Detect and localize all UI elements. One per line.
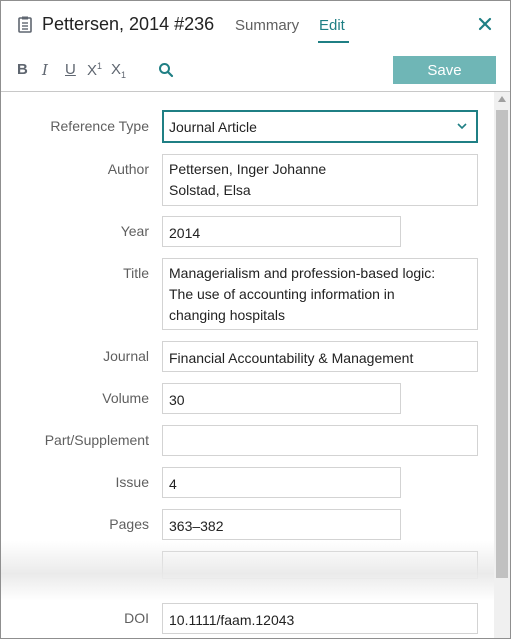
pages-value: 363–382 [169,518,224,534]
scrollbar-thumb[interactable] [496,110,508,578]
issue-field[interactable]: 4 [162,467,401,498]
author-label: Author [107,161,149,177]
subscript-mark: 1 [121,70,127,80]
subscript-button[interactable]: X1 [111,61,126,80]
close-icon[interactable] [478,17,492,31]
clipboard-icon [18,16,32,33]
scroll-fade-overlay [1,541,494,601]
save-button[interactable]: Save [393,56,496,84]
doi-field[interactable]: 10.1111/faam.12043 [162,603,478,634]
doi-label: DOI [124,610,149,626]
author-line: Pettersen, Inger Johanne [169,161,327,177]
part-supplement-label: Part/Supplement [44,432,149,448]
scroll-up-arrow-icon[interactable] [498,96,506,102]
issue-value: 4 [169,476,177,492]
author-line: Solstad, Elsa [169,182,251,198]
journal-value: Financial Accountability & Management [169,350,414,366]
title-line: The use of accounting information in [169,286,395,302]
active-tab-indicator [318,41,349,43]
reference-type-value: Journal Article [169,119,257,135]
formatting-toolbar: B I U X1 X1 Save [1,51,510,91]
reference-type-label: Reference Type [50,118,149,134]
tab-edit[interactable]: Edit [319,17,345,34]
title-line: Managerialism and profession-based logic… [169,265,436,281]
subscript-letter: X [111,61,122,78]
year-field[interactable]: 2014 [162,216,401,247]
reference-type-select[interactable]: Journal Article [162,110,478,143]
doi-value: 10.1111/faam.12043 [169,612,295,628]
vertical-scrollbar[interactable] [494,92,510,638]
part-supplement-field[interactable] [162,425,478,456]
pages-label: Pages [109,516,149,532]
superscript-button[interactable]: X1 [87,61,102,79]
journal-field[interactable]: Financial Accountability & Management [162,341,478,372]
pages-field[interactable]: 363–382 [162,509,401,540]
reference-edit-panel: Pettersen, 2014 #236 Summary Edit B I U … [0,0,511,639]
form-scroll-area[interactable]: Reference Type Journal Article Author Pe… [1,92,510,638]
underline-button[interactable]: U [65,61,76,78]
superscript-mark: 1 [97,61,103,71]
chevron-down-icon [457,123,467,130]
reference-title: Pettersen, 2014 #236 [42,14,215,34]
search-icon[interactable] [158,62,174,78]
tab-summary[interactable]: Summary [235,17,299,34]
volume-label: Volume [102,390,149,406]
volume-field[interactable]: 30 [162,383,401,414]
volume-value: 30 [169,392,185,408]
year-value: 2014 [169,225,201,241]
title-label: Title [123,265,149,281]
title-line: changing hospitals [169,307,285,323]
title-field[interactable]: Managerialism and profession-based logic… [162,258,478,330]
bold-button[interactable]: B [17,61,28,78]
issue-label: Issue [115,474,149,490]
superscript-letter: X [87,62,98,79]
panel-header: Pettersen, 2014 #236 Summary Edit [1,1,510,45]
italic-button[interactable]: I [42,61,48,79]
author-field[interactable]: Pettersen, Inger Johanne Solstad, Elsa [162,154,478,206]
year-label: Year [120,223,149,239]
journal-label: Journal [103,348,149,364]
